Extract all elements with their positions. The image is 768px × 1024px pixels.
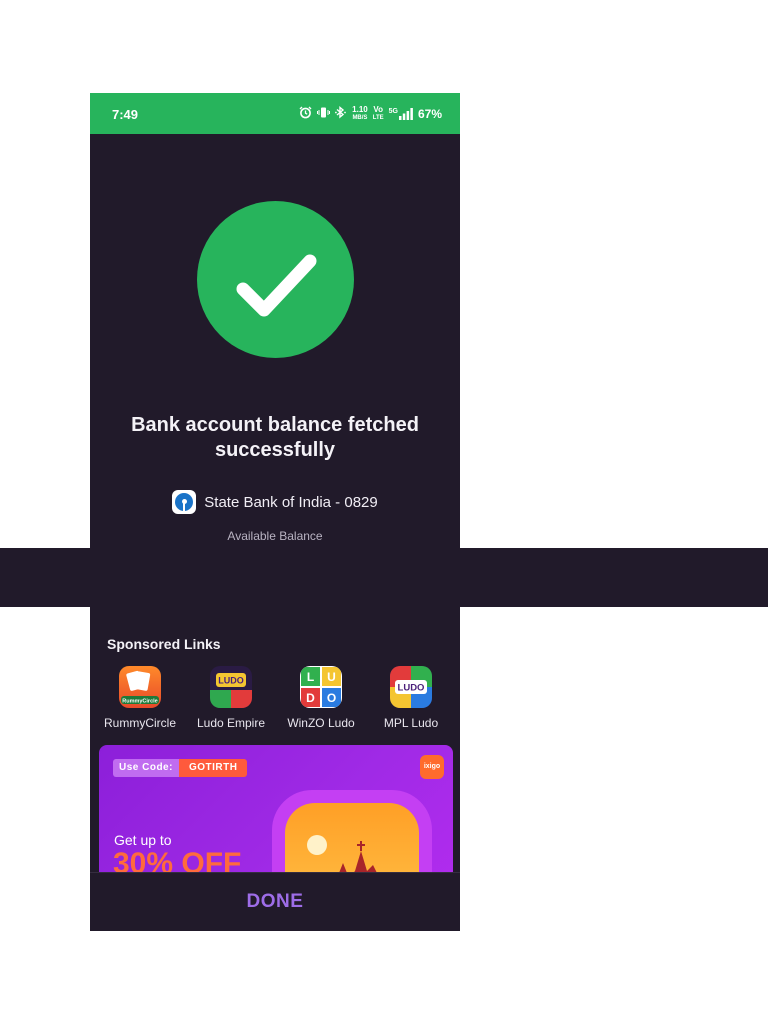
app-winzo-ludo[interactable]: LU DO WinZO Ludo xyxy=(276,666,366,730)
ixigo-logo-icon: ixigo xyxy=(420,755,444,779)
winzo-ludo-icon: LU DO xyxy=(300,666,342,708)
svg-text:LUDO: LUDO xyxy=(218,676,244,686)
app-ludo-empire[interactable]: LUDO Ludo Empire xyxy=(186,666,276,730)
mpl-ludo-icon: LUDO xyxy=(390,666,432,708)
app-label: WinZO Ludo xyxy=(287,716,355,730)
bank-account-row: State Bank of India - 0829 xyxy=(90,490,460,514)
net-speed: 1.10 MB/S xyxy=(352,105,368,122)
sponsored-heading: Sponsored Links xyxy=(107,636,221,652)
promo-code: GOTIRTH xyxy=(178,759,248,777)
svg-text:O: O xyxy=(327,691,336,705)
bluetooth-icon xyxy=(335,106,347,122)
signal-icon: 5G xyxy=(389,108,413,120)
bank-account-name: State Bank of India - 0829 xyxy=(204,493,378,511)
status-time: 7:49 xyxy=(112,107,139,122)
phone-screen: 7:49 1.10 MB/S Vo LTE 5G 67% Bank accoun… xyxy=(90,93,460,931)
app-label: Ludo Empire xyxy=(196,716,266,730)
svg-text:LUDO: LUDO xyxy=(398,683,425,694)
promo-headline: Get up to xyxy=(114,832,172,848)
app-label: MPL Ludo xyxy=(383,716,439,730)
promo-code-label: Use Code: xyxy=(113,759,179,777)
sponsored-apps: RummyCircle RummyCircle LUDO Ludo Empire xyxy=(90,666,460,736)
ludo-empire-icon: LUDO xyxy=(210,666,252,708)
svg-text:L: L xyxy=(307,670,314,684)
status-icons: 1.10 MB/S Vo LTE 5G 67% xyxy=(299,106,442,122)
success-title: Bank account balance fetched successfull… xyxy=(131,414,419,461)
footer-bar: DONE xyxy=(90,872,460,931)
app-rummycircle[interactable]: RummyCircle RummyCircle xyxy=(95,666,185,730)
overlay-band xyxy=(0,548,768,607)
sbi-logo-icon xyxy=(172,490,197,514)
vibrate-icon xyxy=(317,106,331,122)
app-label: RummyCircle xyxy=(104,716,176,730)
svg-text:D: D xyxy=(306,691,315,705)
svg-text:U: U xyxy=(327,670,336,684)
rummycircle-icon: RummyCircle xyxy=(119,666,161,708)
done-button[interactable]: DONE xyxy=(90,890,460,914)
alarm-icon xyxy=(299,106,312,122)
success-check-icon xyxy=(197,201,354,358)
available-balance-label: Available Balance xyxy=(227,529,323,543)
status-bar: 7:49 1.10 MB/S Vo LTE 5G 67% xyxy=(90,93,460,134)
volte-indicator: Vo LTE xyxy=(372,105,384,122)
promo-code-pill: Use Code: GOTIRTH xyxy=(113,759,248,777)
svg-text:RummyCircle: RummyCircle xyxy=(122,699,157,705)
app-mpl-ludo[interactable]: LUDO MPL Ludo xyxy=(366,666,456,730)
battery-level: 67% xyxy=(417,107,442,121)
